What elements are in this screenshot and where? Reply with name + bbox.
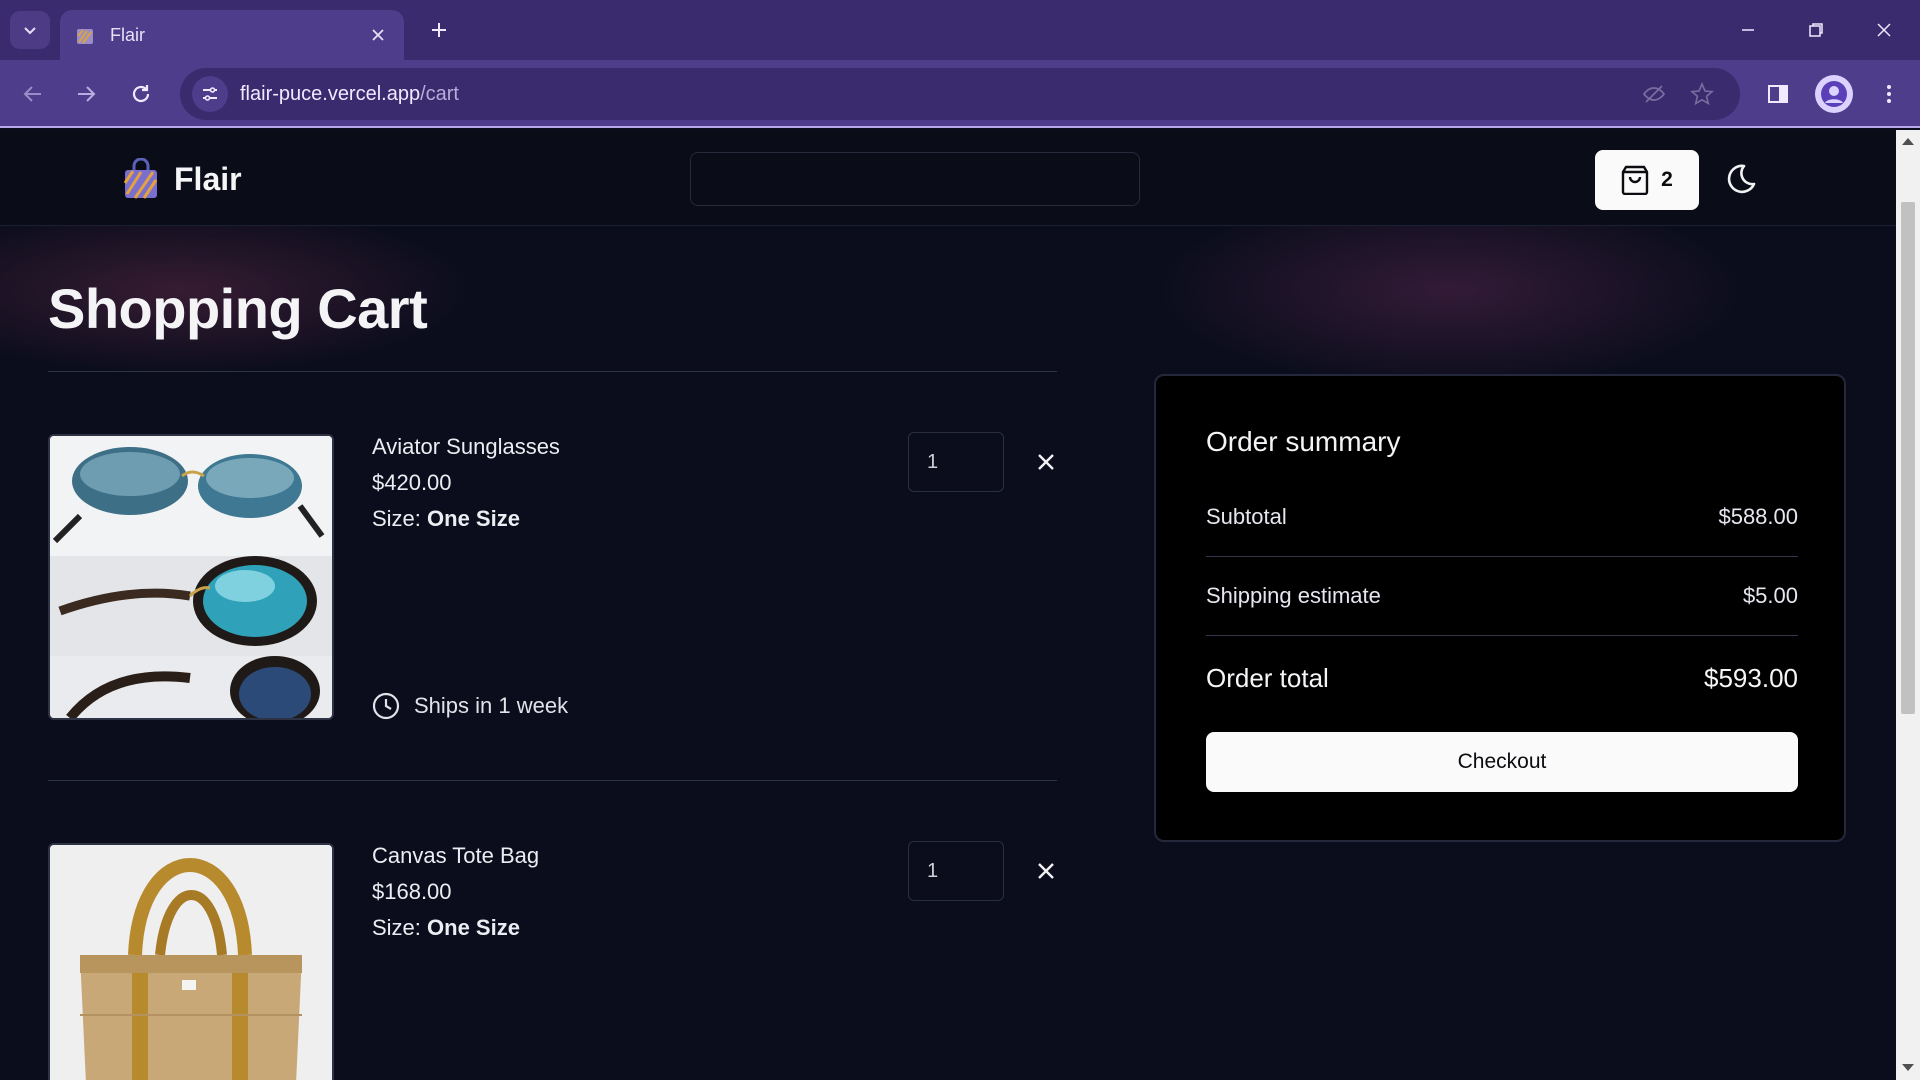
plus-icon bbox=[432, 23, 446, 37]
item-price: $168.00 bbox=[372, 879, 452, 904]
size-value: One Size bbox=[427, 506, 520, 531]
divider bbox=[48, 371, 1057, 372]
scroll-down-arrow[interactable] bbox=[1902, 1064, 1914, 1071]
minimize-icon bbox=[1742, 29, 1754, 31]
search-input[interactable] bbox=[690, 152, 1140, 206]
close-icon bbox=[1038, 863, 1054, 879]
chevron-down-icon bbox=[24, 27, 36, 35]
clock-icon bbox=[372, 692, 400, 720]
tote-bag-image bbox=[50, 845, 332, 1080]
scrollbar-thumb[interactable] bbox=[1901, 202, 1915, 714]
url-text: flair-puce.vercel.app/cart bbox=[240, 83, 459, 106]
checkout-button[interactable]: Checkout bbox=[1206, 732, 1798, 792]
page-title: Shopping Cart bbox=[48, 276, 428, 340]
site-name: Flair bbox=[174, 160, 242, 197]
browser-tab-strip: Flair bbox=[0, 0, 1920, 60]
summary-divider bbox=[1206, 635, 1798, 636]
item-size: Size: One Size bbox=[372, 506, 520, 532]
order-total-label: Order total bbox=[1206, 663, 1329, 693]
shipping-row: Shipping estimate $5.00 bbox=[1206, 583, 1798, 609]
size-label: Size: bbox=[372, 506, 428, 531]
close-icon bbox=[1877, 23, 1891, 37]
item-size: Size: One Size bbox=[372, 915, 520, 941]
cart-item: Canvas Tote Bag $168.00 Size: One Size bbox=[48, 841, 1057, 1080]
url-path: /cart bbox=[420, 82, 459, 105]
cart-button[interactable]: 2 bbox=[1595, 150, 1699, 210]
bookmark-button[interactable] bbox=[1688, 80, 1716, 108]
cart-count: 2 bbox=[1661, 168, 1673, 191]
item-price: $420.00 bbox=[372, 470, 452, 495]
subtotal-value: $588.00 bbox=[1718, 504, 1798, 529]
reload-button[interactable] bbox=[124, 77, 158, 111]
remove-item-button[interactable] bbox=[1030, 855, 1062, 887]
browser-toolbar: flair-puce.vercel.app/cart bbox=[0, 60, 1920, 128]
reload-icon bbox=[132, 85, 150, 103]
size-value: One Size bbox=[427, 915, 520, 940]
close-icon bbox=[372, 29, 384, 41]
restore-icon bbox=[1809, 23, 1823, 37]
address-bar[interactable]: flair-puce.vercel.app/cart bbox=[180, 68, 1740, 120]
restore-button[interactable] bbox=[1800, 14, 1832, 46]
order-total-value: $593.00 bbox=[1704, 663, 1798, 693]
order-total-row: Order total $593.00 bbox=[1206, 663, 1798, 694]
quantity-input[interactable] bbox=[908, 841, 1004, 901]
cart-item: Aviator Sunglasses $420.00 Size: One Siz… bbox=[48, 432, 1057, 724]
size-label: Size: bbox=[372, 915, 428, 940]
scroll-up-arrow[interactable] bbox=[1902, 138, 1914, 145]
profile-button[interactable] bbox=[1815, 75, 1853, 113]
product-image-sunglasses[interactable] bbox=[48, 434, 334, 720]
sunglasses-image bbox=[50, 436, 332, 718]
shopping-bag-logo-icon bbox=[123, 158, 158, 199]
theme-toggle-button[interactable] bbox=[1720, 160, 1760, 200]
site-info-button[interactable] bbox=[192, 76, 228, 112]
forward-icon bbox=[78, 86, 96, 102]
remove-item-button[interactable] bbox=[1030, 446, 1062, 478]
minimize-button[interactable] bbox=[1732, 14, 1764, 46]
shopping-bag-icon bbox=[1621, 165, 1649, 195]
shipping-info: Ships in 1 week bbox=[372, 692, 568, 720]
favicon bbox=[77, 29, 93, 44]
subtotal-label: Subtotal bbox=[1206, 504, 1287, 529]
tab-search-button[interactable] bbox=[10, 11, 50, 49]
close-tab-button[interactable] bbox=[366, 23, 390, 47]
forward-button[interactable] bbox=[69, 77, 103, 111]
moon-icon bbox=[1727, 164, 1756, 194]
shipping-text: Ships in 1 week bbox=[414, 693, 569, 718]
subtotal-row: Subtotal $588.00 bbox=[1206, 504, 1798, 530]
browser-tab[interactable]: Flair bbox=[60, 10, 404, 60]
star-icon bbox=[1690, 82, 1714, 106]
close-icon bbox=[1038, 454, 1054, 470]
item-name[interactable]: Aviator Sunglasses bbox=[372, 434, 560, 460]
kebab-menu-icon bbox=[1887, 85, 1891, 103]
page-scrollbar[interactable] bbox=[1896, 130, 1920, 1080]
page-content: Flair 2 Shopping Cart Aviator Sunglasses… bbox=[0, 130, 1896, 1080]
back-button[interactable] bbox=[16, 77, 50, 111]
shipping-value: $5.00 bbox=[1742, 583, 1798, 608]
side-panel-button[interactable] bbox=[1761, 77, 1795, 111]
new-tab-button[interactable] bbox=[425, 16, 453, 44]
divider bbox=[48, 780, 1057, 781]
quantity-input[interactable] bbox=[908, 432, 1004, 492]
site-header: Flair 2 bbox=[0, 130, 1896, 226]
browser-menu-button[interactable] bbox=[1872, 77, 1906, 111]
order-summary-title: Order summary bbox=[1206, 426, 1401, 457]
tracking-protection-button[interactable] bbox=[1640, 80, 1668, 108]
site-logo[interactable]: Flair bbox=[122, 158, 242, 200]
close-window-button[interactable] bbox=[1868, 14, 1900, 46]
site-info-icon bbox=[203, 87, 217, 101]
shipping-label: Shipping estimate bbox=[1206, 583, 1381, 608]
profile-icon bbox=[1821, 81, 1847, 107]
tab-title: Flair bbox=[110, 24, 145, 45]
side-panel-icon bbox=[1768, 85, 1788, 103]
item-name[interactable]: Canvas Tote Bag bbox=[372, 843, 539, 869]
product-image-tote-bag[interactable] bbox=[48, 843, 334, 1080]
back-icon bbox=[23, 86, 41, 102]
url-domain: flair-puce.vercel.app bbox=[240, 82, 421, 105]
order-summary: Order summary Subtotal $588.00 Shipping … bbox=[1154, 374, 1846, 842]
summary-divider bbox=[1206, 556, 1798, 557]
eye-off-icon bbox=[1642, 85, 1666, 103]
